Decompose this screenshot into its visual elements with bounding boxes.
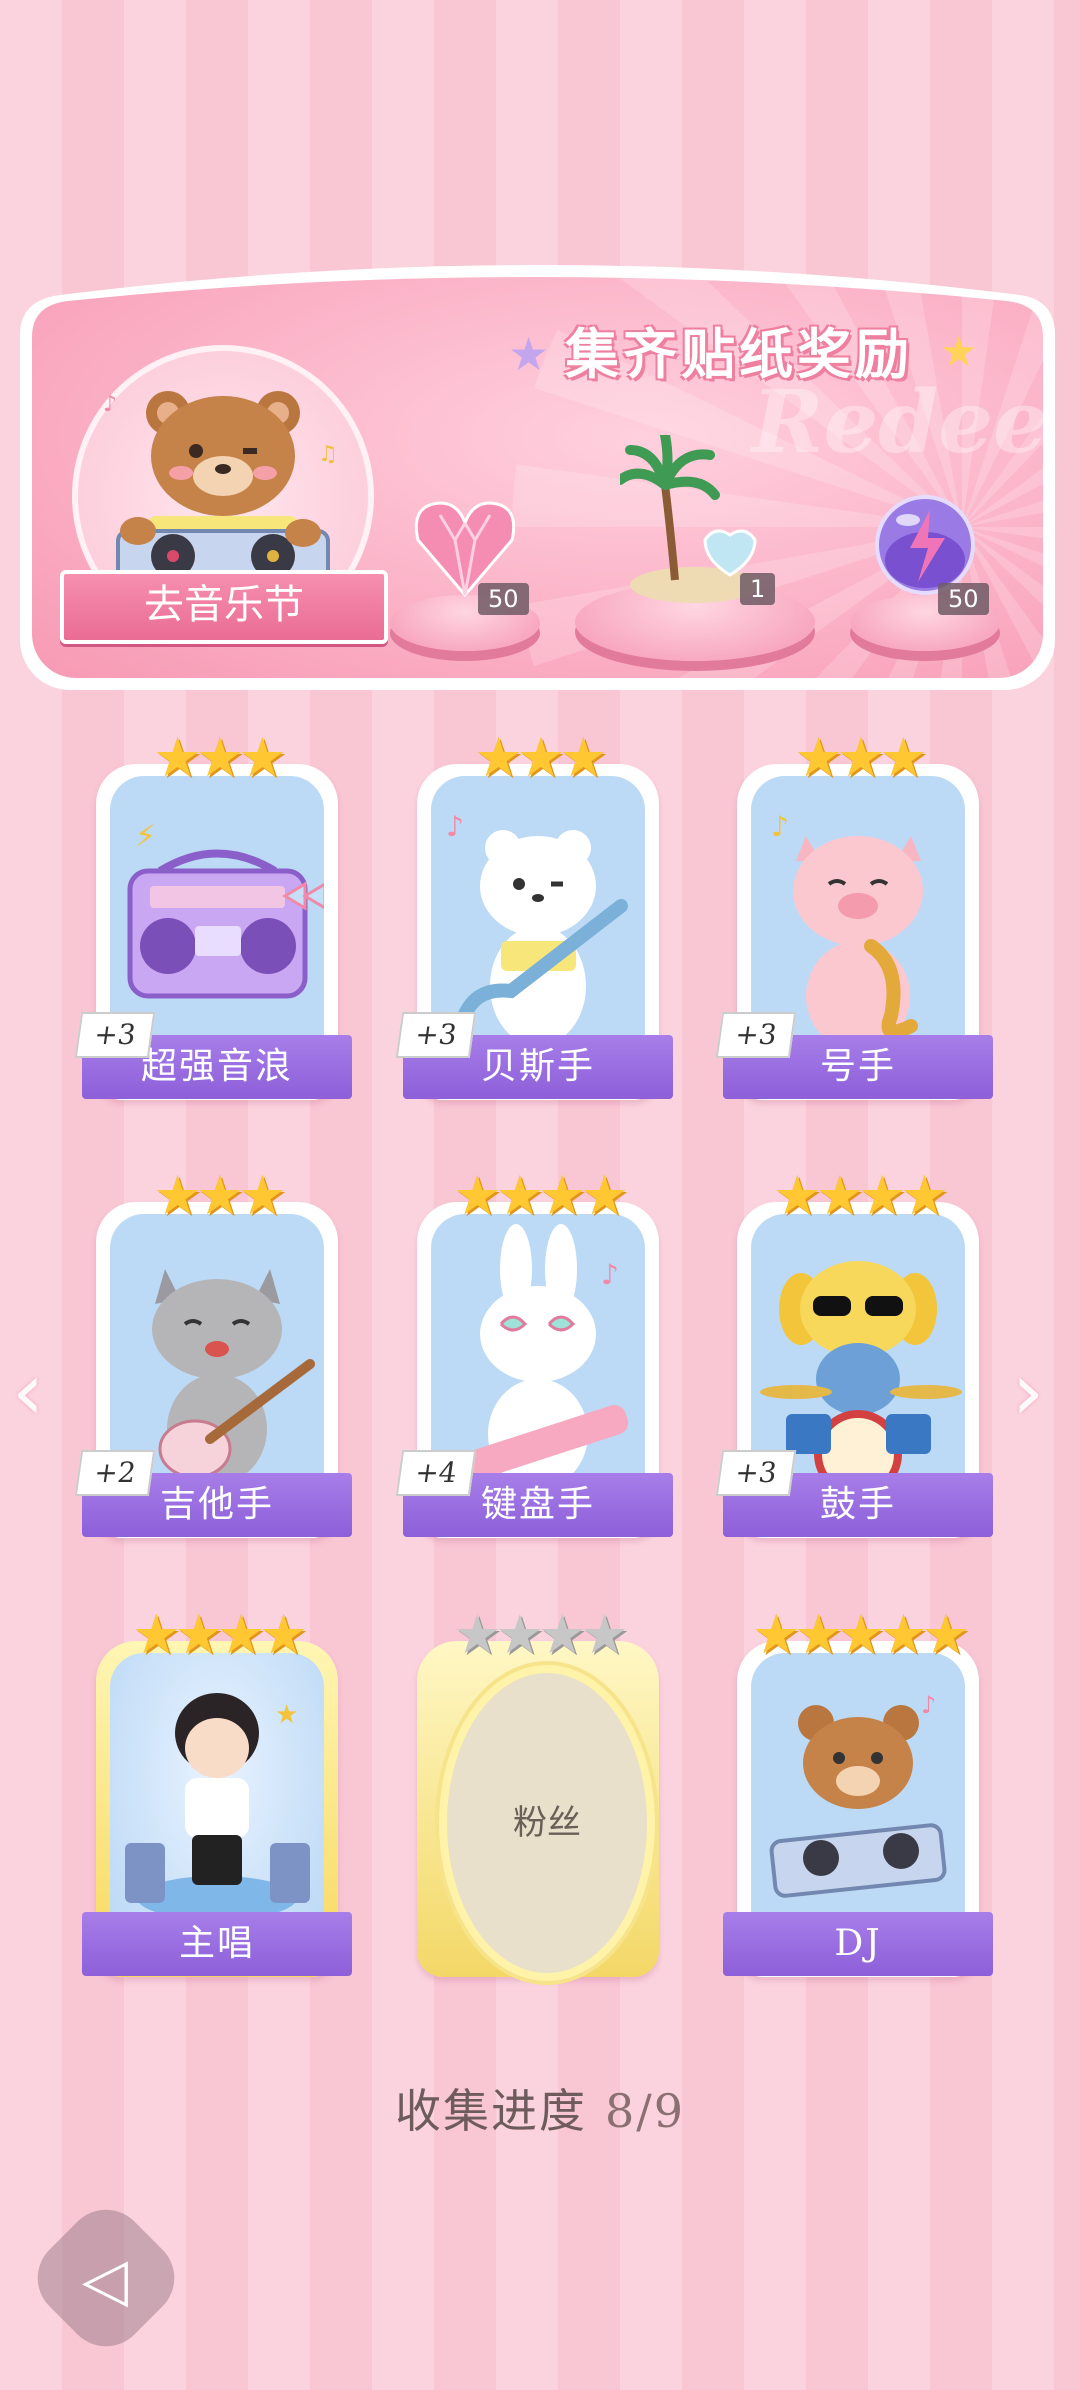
svg-text:♪: ♪	[771, 810, 789, 843]
dj-bear-icon: ♪	[769, 1691, 947, 1898]
star-rating: ★★★	[153, 1164, 286, 1227]
progress-label: 收集进度	[394, 2084, 587, 2138]
star-rating: ★★★★	[132, 1603, 308, 1666]
sticker-card-locked[interactable]: 粉丝 ★★★★	[411, 1605, 665, 1987]
progress-value: 8/9	[604, 2084, 686, 2138]
reward-count-badge: 50	[938, 583, 989, 615]
sticker-name: DJ	[723, 1912, 993, 1976]
sticker-card[interactable]: ★★★★ 鼓手 +3	[715, 1166, 993, 1548]
sticker-card[interactable]: ♪ ★★★ 号手 +3	[715, 728, 993, 1110]
star-rating: ★★★★	[773, 1164, 949, 1227]
svg-text:♪: ♪	[103, 392, 117, 417]
star-rating: ★★★	[794, 726, 927, 789]
reward-count-badge: 50	[478, 583, 529, 615]
bonus-tag: +3	[74, 1012, 156, 1058]
bonus-tag: +2	[74, 1450, 156, 1496]
sticker-card[interactable]: ♪ ★★★★★ DJ	[723, 1605, 993, 1987]
sticker-card[interactable]: ★★★ 吉他手 +2	[74, 1166, 352, 1548]
svg-text:♪: ♪	[446, 810, 464, 843]
reward-banner: Redeem ★ 集齐贴纸奖励 ★ ♪ ♫ 去音乐节 50	[20, 265, 1055, 690]
sticker-image: ♪	[751, 1653, 965, 1953]
bonus-tag: +3	[715, 1012, 797, 1058]
lead-singer-icon: ★	[125, 1693, 310, 1920]
collection-progress: 收集进度 8/9	[0, 2075, 1080, 2141]
star-icon: ★	[940, 327, 978, 376]
svg-text:★: ★	[275, 1700, 298, 1730]
reward-count-badge: 1	[740, 573, 776, 605]
svg-text:♪: ♪	[601, 1258, 619, 1291]
sticker-card[interactable]: ♪ ★★★★ 键盘手 +4	[395, 1166, 673, 1548]
sticker-placeholder: 粉丝	[439, 1665, 655, 1981]
prev-page-arrow-icon[interactable]: ‹	[12, 1345, 44, 1438]
bonus-tag: +4	[395, 1450, 477, 1496]
sticker-card[interactable]: ⚡ ★★★ 超强音浪 +3	[74, 728, 352, 1110]
bonus-tag: +3	[715, 1450, 797, 1496]
sticker-name: 主唱	[82, 1912, 352, 1976]
sticker-card[interactable]: ♪ ★★★ 贝斯手 +3	[395, 728, 673, 1110]
svg-text:⚡: ⚡	[135, 819, 156, 854]
star-rating: ★★★	[474, 726, 607, 789]
star-rating: ★★★★	[453, 1164, 629, 1227]
svg-text:♪: ♪	[921, 1691, 936, 1719]
star-icon: ★	[508, 327, 550, 381]
banner-title: 集齐贴纸奖励	[565, 322, 913, 386]
star-rating: ★★★	[153, 726, 286, 789]
back-arrow-icon[interactable]: ◁	[70, 2245, 140, 2315]
sticker-image: ★	[110, 1653, 324, 1953]
next-page-arrow-icon[interactable]: ›	[1012, 1345, 1044, 1438]
star-rating: ★★★★	[453, 1603, 629, 1666]
go-festival-button[interactable]: 去音乐节	[60, 570, 388, 644]
svg-text:♫: ♫	[318, 442, 338, 467]
bonus-tag: +3	[395, 1012, 477, 1058]
sticker-card[interactable]: ★ ★★★★ 主唱	[82, 1605, 352, 1987]
star-rating: ★★★★★	[751, 1603, 970, 1666]
